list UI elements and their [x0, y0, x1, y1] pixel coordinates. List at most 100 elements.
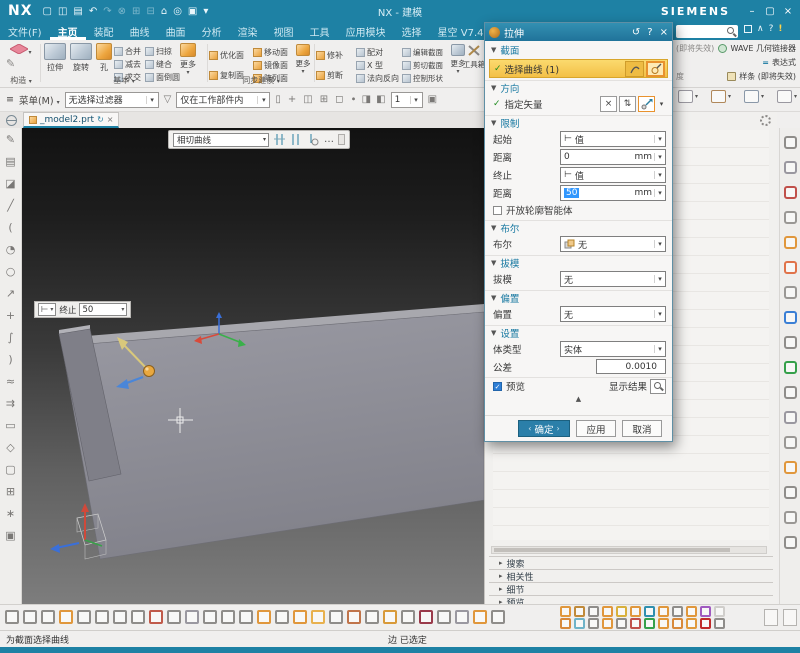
section-header-draft[interactable]: ▼拔模: [485, 255, 672, 270]
bottom-tool-icon[interactable]: [658, 618, 669, 629]
bottom-tool-icon[interactable]: [275, 610, 289, 624]
ribbon-tab[interactable]: 渲染: [230, 22, 266, 40]
minimize-ribbon-icon[interactable]: ∧: [757, 24, 764, 34]
expression-item[interactable]: 表达式: [772, 57, 796, 68]
view-tool-icon[interactable]: [784, 336, 797, 349]
quick-access-icon[interactable]: ⊞: [132, 6, 140, 17]
bottom-panel-toggle[interactable]: [764, 609, 778, 626]
dialog-reset-button[interactable]: ↺: [632, 27, 640, 38]
selection-tool-icon[interactable]: ◫: [303, 94, 312, 105]
bottom-tool-icon[interactable]: [131, 610, 145, 624]
curve-tool-icon[interactable]: ╱: [7, 199, 14, 212]
limit-type-dropdown[interactable]: ⊢▾: [38, 303, 56, 316]
more-options-icon[interactable]: …: [324, 134, 334, 145]
selection-tool-icon[interactable]: +: [288, 94, 296, 105]
curve-tool-icon[interactable]: ⇉: [6, 397, 15, 410]
view-tool-icon[interactable]: [784, 186, 797, 199]
gear-icon[interactable]: [760, 115, 771, 126]
bottom-tool-icon[interactable]: [644, 606, 655, 617]
start-distance-input[interactable]: 0 mm ▾: [560, 149, 666, 165]
end-limit-dropdown[interactable]: ⊢值 ▾: [560, 167, 666, 183]
spline-item[interactable]: 样条 (即将失效): [739, 71, 796, 82]
selection-tool-icon[interactable]: ▯: [275, 94, 281, 105]
quick-access-icon[interactable]: ▢: [43, 6, 52, 17]
quick-access-icon[interactable]: ◫: [58, 6, 67, 17]
ribbon-command[interactable]: 缝合: [145, 58, 180, 70]
section-header-direction[interactable]: ▼方向: [485, 80, 672, 95]
more-button-basic[interactable]: 更多 ▾: [178, 43, 198, 75]
view-tool-icon[interactable]: [784, 411, 797, 424]
apply-button[interactable]: 应用: [576, 420, 616, 437]
ribbon-command[interactable]: 配对: [356, 46, 402, 58]
dialog-header[interactable]: 拉伸 ↺ ? ×: [485, 23, 672, 41]
quick-access-icon[interactable]: ⌂: [161, 6, 167, 17]
sketch-button[interactable]: ▾: [2, 41, 40, 57]
view-tool-icon[interactable]: [784, 236, 797, 249]
bottom-tool-icon[interactable]: [347, 610, 361, 624]
ribbon-command[interactable]: 优化面: [209, 49, 253, 61]
bottom-tool-icon[interactable]: [560, 618, 571, 629]
minimize-button[interactable]: –: [744, 6, 760, 17]
bottom-tool-icon[interactable]: [616, 618, 627, 629]
view-tool-icon[interactable]: [784, 261, 797, 274]
view-tool-icon[interactable]: [784, 511, 797, 524]
menu-icon[interactable]: ≡: [6, 94, 14, 105]
section-header-limits[interactable]: ▼限制: [485, 115, 672, 130]
bottom-tool-icon[interactable]: [383, 610, 397, 624]
navigator-section[interactable]: ▸ 细节: [489, 582, 773, 595]
display-mode-icon[interactable]: ◧: [376, 94, 385, 105]
start-limit-dropdown[interactable]: ⊢值 ▾: [560, 131, 666, 147]
bottom-tool-icon[interactable]: [602, 606, 613, 617]
curve-chain-icon[interactable]: [307, 133, 320, 146]
curve-rule-button[interactable]: [625, 61, 644, 77]
bottom-tool-icon[interactable]: [588, 606, 599, 617]
view-dropdown[interactable]: ▾: [678, 90, 698, 103]
quick-access-icon[interactable]: ↷: [103, 6, 111, 17]
bottom-tool-icon[interactable]: [23, 610, 37, 624]
ribbon-command[interactable]: 修补: [316, 49, 356, 61]
selection-tool-icon[interactable]: ⊞: [320, 94, 328, 105]
bottom-tool-icon[interactable]: [59, 610, 73, 624]
section-header-offset[interactable]: ▼偏置: [485, 290, 672, 305]
section-header-section[interactable]: ▼截面: [485, 42, 672, 57]
clear-vector-button[interactable]: ×: [600, 96, 617, 112]
view-tool-icon[interactable]: [784, 386, 797, 399]
bottom-tool-icon[interactable]: [293, 610, 307, 624]
scrollbar-thumb[interactable]: [494, 548, 730, 552]
ribbon-tab[interactable]: 装配: [86, 22, 122, 40]
vector-dialog-button[interactable]: [638, 96, 655, 112]
ribbon-command[interactable]: 剪切截面: [402, 59, 450, 71]
ribbon-tab[interactable]: 曲线: [122, 22, 158, 40]
bottom-tool-icon[interactable]: [401, 610, 415, 624]
curve-tool-icon[interactable]: ∫: [8, 331, 14, 344]
show-result-button[interactable]: [650, 379, 666, 394]
bottom-tool-icon[interactable]: [149, 610, 163, 624]
view-tool-icon[interactable]: [784, 286, 797, 299]
toolbox-button[interactable]: 工具箱: [466, 44, 482, 84]
dialog-close-button[interactable]: ×: [660, 27, 668, 38]
curve-tool-icon[interactable]: ▣: [5, 529, 15, 542]
bottom-tool-icon[interactable]: [630, 606, 641, 617]
view-dropdown[interactable]: ▾: [744, 90, 764, 103]
curve-tool-icon[interactable]: ≈: [6, 375, 15, 388]
bottom-tool-icon[interactable]: [686, 606, 697, 617]
view-tool-icon[interactable]: [784, 436, 797, 449]
curve-tool-icon[interactable]: ↗: [6, 287, 15, 300]
view-tool-icon[interactable]: [784, 536, 797, 549]
quick-access-icon[interactable]: ◎: [173, 6, 182, 17]
bottom-tool-icon[interactable]: [644, 618, 655, 629]
bottom-tool-icon[interactable]: [239, 610, 253, 624]
quick-access-icon[interactable]: ▾: [203, 6, 208, 17]
ribbon-tab[interactable]: 分析: [194, 22, 230, 40]
bottom-tool-icon[interactable]: [630, 618, 641, 629]
quick-access-icon[interactable]: ⊟: [146, 6, 154, 17]
section-header-settings[interactable]: ▼设置: [485, 325, 672, 340]
ribbon-tab[interactable]: 选择: [394, 22, 430, 40]
bottom-tool-icon[interactable]: [419, 610, 433, 624]
ribbon-tab[interactable]: 星空 V7.4: [430, 22, 492, 40]
end-distance-input[interactable]: 50 mm ▾: [560, 185, 666, 201]
bottom-tool-icon[interactable]: [365, 610, 379, 624]
ribbon-command[interactable]: X 型: [356, 59, 402, 71]
view-dropdown[interactable]: ▾: [711, 90, 731, 103]
cancel-button[interactable]: 取消: [622, 420, 662, 437]
